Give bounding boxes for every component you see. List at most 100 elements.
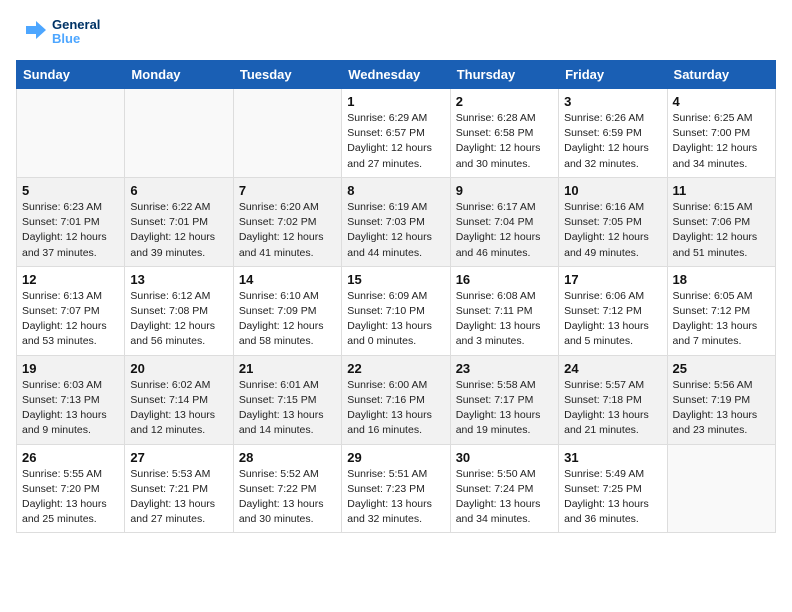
- day-number: 10: [564, 183, 661, 198]
- calendar-cell: [125, 89, 233, 178]
- day-number: 15: [347, 272, 444, 287]
- calendar-cell: 24 Sunrise: 5:57 AM Sunset: 7:18 PM Dayli…: [559, 355, 667, 444]
- calendar-cell: 21Sunrise: 6:01 AM Sunset: 7:15 PM Dayli…: [233, 355, 341, 444]
- day-info: Sunrise: 6:12 AM Sunset: 7:08 PM Dayligh…: [130, 289, 227, 350]
- day-number: 16: [456, 272, 553, 287]
- day-info: Sunrise: 6:08 AM Sunset: 7:11 PM Dayligh…: [456, 289, 553, 350]
- cell-content: 18 Sunrise: 6:05 AM Sunset: 7:12 PM Dayli…: [673, 272, 770, 350]
- calendar-cell: 9Sunrise: 6:17 AM Sunset: 7:04 PM Daylig…: [450, 177, 558, 266]
- page: General Blue SundayMondayTuesdayWednesda…: [0, 0, 792, 549]
- day-info: Sunrise: 6:28 AM Sunset: 6:58 PM Dayligh…: [456, 111, 553, 172]
- cell-content: 17Sunrise: 6:06 AM Sunset: 7:12 PM Dayli…: [564, 272, 661, 350]
- weekday-header-saturday: Saturday: [667, 61, 775, 89]
- day-number: 23: [456, 361, 553, 376]
- day-number: 18: [673, 272, 770, 287]
- day-number: 13: [130, 272, 227, 287]
- cell-content: 31 Sunrise: 5:49 AM Sunset: 7:25 PM Dayli…: [564, 450, 661, 528]
- day-info: Sunrise: 6:20 AM Sunset: 7:02 PM Dayligh…: [239, 200, 336, 261]
- calendar-cell: 13 Sunrise: 6:12 AM Sunset: 7:08 PM Dayli…: [125, 266, 233, 355]
- weekday-header-thursday: Thursday: [450, 61, 558, 89]
- cell-content: 6Sunrise: 6:22 AM Sunset: 7:01 PM Daylig…: [130, 183, 227, 261]
- calendar-cell: 17Sunrise: 6:06 AM Sunset: 7:12 PM Dayli…: [559, 266, 667, 355]
- day-number: 11: [673, 183, 770, 198]
- day-number: 7: [239, 183, 336, 198]
- calendar-cell: 12Sunrise: 6:13 AM Sunset: 7:07 PM Dayli…: [17, 266, 125, 355]
- day-info: Sunrise: 5:58 AM Sunset: 7:17 PM Dayligh…: [456, 378, 553, 439]
- cell-content: 29Sunrise: 5:51 AM Sunset: 7:23 PM Dayli…: [347, 450, 444, 528]
- week-row-5: 26Sunrise: 5:55 AM Sunset: 7:20 PM Dayli…: [17, 444, 776, 533]
- day-info: Sunrise: 5:51 AM Sunset: 7:23 PM Dayligh…: [347, 467, 444, 528]
- day-info: Sunrise: 6:03 AM Sunset: 7:13 PM Dayligh…: [22, 378, 119, 439]
- calendar-cell: 19 Sunrise: 6:03 AM Sunset: 7:13 PM Dayli…: [17, 355, 125, 444]
- cell-content: 15 Sunrise: 6:09 AM Sunset: 7:10 PM Dayli…: [347, 272, 444, 350]
- day-number: 5: [22, 183, 119, 198]
- day-info: Sunrise: 6:23 AM Sunset: 7:01 PM Dayligh…: [22, 200, 119, 261]
- cell-content: 10Sunrise: 6:16 AM Sunset: 7:05 PM Dayli…: [564, 183, 661, 261]
- calendar-cell: 30Sunrise: 5:50 AM Sunset: 7:24 PM Dayli…: [450, 444, 558, 533]
- calendar-cell: 27 Sunrise: 5:53 AM Sunset: 7:21 PM Dayli…: [125, 444, 233, 533]
- calendar-cell: 29Sunrise: 5:51 AM Sunset: 7:23 PM Dayli…: [342, 444, 450, 533]
- day-info: Sunrise: 6:09 AM Sunset: 7:10 PM Dayligh…: [347, 289, 444, 350]
- cell-content: 2Sunrise: 6:28 AM Sunset: 6:58 PM Daylig…: [456, 94, 553, 172]
- calendar-cell: 20Sunrise: 6:02 AM Sunset: 7:14 PM Dayli…: [125, 355, 233, 444]
- cell-content: 11 Sunrise: 6:15 AM Sunset: 7:06 PM Dayli…: [673, 183, 770, 261]
- calendar-cell: 7 Sunrise: 6:20 AM Sunset: 7:02 PM Daylig…: [233, 177, 341, 266]
- day-info: Sunrise: 6:26 AM Sunset: 6:59 PM Dayligh…: [564, 111, 661, 172]
- day-info: Sunrise: 6:17 AM Sunset: 7:04 PM Dayligh…: [456, 200, 553, 261]
- day-info: Sunrise: 6:05 AM Sunset: 7:12 PM Dayligh…: [673, 289, 770, 350]
- day-info: Sunrise: 6:25 AM Sunset: 7:00 PM Dayligh…: [673, 111, 770, 172]
- day-number: 6: [130, 183, 227, 198]
- cell-content: 8Sunrise: 6:19 AM Sunset: 7:03 PM Daylig…: [347, 183, 444, 261]
- day-info: Sunrise: 6:06 AM Sunset: 7:12 PM Dayligh…: [564, 289, 661, 350]
- day-info: Sunrise: 5:57 AM Sunset: 7:18 PM Dayligh…: [564, 378, 661, 439]
- logo-text-blue: Blue: [52, 32, 100, 46]
- calendar-cell: 28Sunrise: 5:52 AM Sunset: 7:22 PM Dayli…: [233, 444, 341, 533]
- week-row-3: 12Sunrise: 6:13 AM Sunset: 7:07 PM Dayli…: [17, 266, 776, 355]
- day-number: 3: [564, 94, 661, 109]
- cell-content: 30Sunrise: 5:50 AM Sunset: 7:24 PM Dayli…: [456, 450, 553, 528]
- calendar-cell: 2Sunrise: 6:28 AM Sunset: 6:58 PM Daylig…: [450, 89, 558, 178]
- calendar-cell: 10Sunrise: 6:16 AM Sunset: 7:05 PM Dayli…: [559, 177, 667, 266]
- weekday-header-friday: Friday: [559, 61, 667, 89]
- day-number: 27: [130, 450, 227, 465]
- day-info: Sunrise: 5:56 AM Sunset: 7:19 PM Dayligh…: [673, 378, 770, 439]
- cell-content: 26Sunrise: 5:55 AM Sunset: 7:20 PM Dayli…: [22, 450, 119, 528]
- day-number: 31: [564, 450, 661, 465]
- cell-content: 28Sunrise: 5:52 AM Sunset: 7:22 PM Dayli…: [239, 450, 336, 528]
- day-number: 14: [239, 272, 336, 287]
- day-info: Sunrise: 5:53 AM Sunset: 7:21 PM Dayligh…: [130, 467, 227, 528]
- day-info: Sunrise: 6:15 AM Sunset: 7:06 PM Dayligh…: [673, 200, 770, 261]
- calendar-cell: [233, 89, 341, 178]
- calendar-cell: 14Sunrise: 6:10 AM Sunset: 7:09 PM Dayli…: [233, 266, 341, 355]
- calendar-cell: [667, 444, 775, 533]
- calendar-cell: 26Sunrise: 5:55 AM Sunset: 7:20 PM Dayli…: [17, 444, 125, 533]
- day-number: 12: [22, 272, 119, 287]
- day-number: 30: [456, 450, 553, 465]
- calendar-cell: 25Sunrise: 5:56 AM Sunset: 7:19 PM Dayli…: [667, 355, 775, 444]
- logo-text-general: General: [52, 18, 100, 32]
- day-number: 8: [347, 183, 444, 198]
- calendar-cell: 18 Sunrise: 6:05 AM Sunset: 7:12 PM Dayli…: [667, 266, 775, 355]
- calendar-cell: 22Sunrise: 6:00 AM Sunset: 7:16 PM Dayli…: [342, 355, 450, 444]
- day-info: Sunrise: 6:00 AM Sunset: 7:16 PM Dayligh…: [347, 378, 444, 439]
- cell-content: 24 Sunrise: 5:57 AM Sunset: 7:18 PM Dayli…: [564, 361, 661, 439]
- day-number: 28: [239, 450, 336, 465]
- cell-content: 20Sunrise: 6:02 AM Sunset: 7:14 PM Dayli…: [130, 361, 227, 439]
- calendar-cell: 16 Sunrise: 6:08 AM Sunset: 7:11 PM Dayli…: [450, 266, 558, 355]
- day-number: 1: [347, 94, 444, 109]
- cell-content: 19 Sunrise: 6:03 AM Sunset: 7:13 PM Dayli…: [22, 361, 119, 439]
- cell-content: 3 Sunrise: 6:26 AM Sunset: 6:59 PM Daylig…: [564, 94, 661, 172]
- day-number: 24: [564, 361, 661, 376]
- cell-content: 25Sunrise: 5:56 AM Sunset: 7:19 PM Dayli…: [673, 361, 770, 439]
- cell-content: 1Sunrise: 6:29 AM Sunset: 6:57 PM Daylig…: [347, 94, 444, 172]
- weekday-header-sunday: Sunday: [17, 61, 125, 89]
- day-number: 26: [22, 450, 119, 465]
- calendar-cell: 5 Sunrise: 6:23 AM Sunset: 7:01 PM Daylig…: [17, 177, 125, 266]
- day-number: 4: [673, 94, 770, 109]
- cell-content: 27 Sunrise: 5:53 AM Sunset: 7:21 PM Dayli…: [130, 450, 227, 528]
- calendar-cell: 11 Sunrise: 6:15 AM Sunset: 7:06 PM Dayli…: [667, 177, 775, 266]
- day-number: 19: [22, 361, 119, 376]
- weekday-header-monday: Monday: [125, 61, 233, 89]
- day-info: Sunrise: 5:49 AM Sunset: 7:25 PM Dayligh…: [564, 467, 661, 528]
- weekday-header-wednesday: Wednesday: [342, 61, 450, 89]
